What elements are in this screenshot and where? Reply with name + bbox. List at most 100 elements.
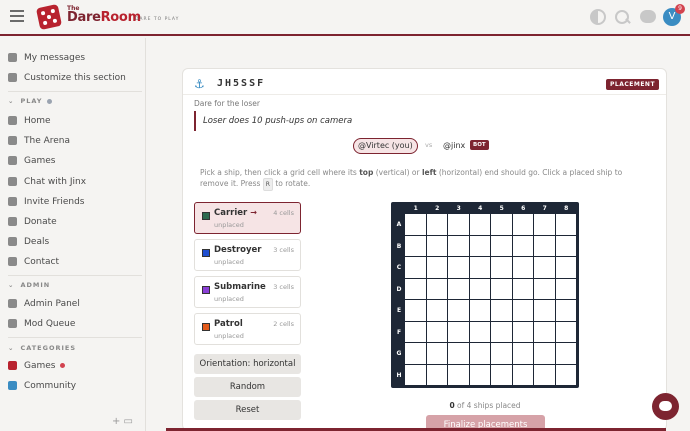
sidebar-item-category-community[interactable]: Community (8, 378, 142, 394)
grid-cell[interactable] (512, 300, 533, 321)
grid-cell[interactable] (405, 364, 426, 385)
grid-cell[interactable] (555, 214, 576, 235)
grid-cell[interactable] (426, 343, 447, 364)
row-label: G (396, 350, 402, 357)
bolt-icon (8, 136, 17, 145)
sidebar-footer-icons[interactable]: + ▭ (112, 416, 133, 427)
grid-cell[interactable] (534, 235, 555, 256)
sidebar-item-games[interactable]: Games (8, 153, 142, 169)
theme-toggle-icon[interactable] (590, 9, 606, 25)
random-button[interactable]: Random (194, 377, 301, 397)
grid-cell[interactable] (534, 257, 555, 278)
logo-name[interactable]: DareRoom (67, 10, 141, 25)
grid-cell[interactable] (512, 343, 533, 364)
grid-cell[interactable] (491, 214, 512, 235)
grid-cell[interactable] (534, 278, 555, 299)
grid-cell[interactable] (426, 300, 447, 321)
grid-cell[interactable] (491, 364, 512, 385)
grid-cell[interactable] (405, 214, 426, 235)
sidebar-item-my-messages[interactable]: My messages (8, 50, 142, 66)
grid-cell[interactable] (555, 257, 576, 278)
sidebar-item-contact[interactable]: Contact (8, 254, 142, 270)
sidebar-item-admin-panel[interactable]: Admin Panel (8, 296, 142, 312)
grid-cell[interactable] (555, 343, 576, 364)
grid-cell[interactable] (491, 300, 512, 321)
ship-destroyer[interactable]: Destroyer unplaced 3 cells (194, 239, 301, 271)
ship-submarine[interactable]: Submarine unplaced 3 cells (194, 276, 301, 308)
grid-cell[interactable] (469, 214, 490, 235)
key-r: R (262, 178, 273, 191)
grid-cell[interactable] (491, 278, 512, 299)
grid-cell[interactable] (534, 343, 555, 364)
sidebar-item-donate[interactable]: Donate (8, 214, 142, 230)
grid-cell[interactable] (555, 278, 576, 299)
sidebar-heading-play[interactable]: ⌄ PLAY (8, 96, 53, 106)
grid-cell[interactable] (512, 235, 533, 256)
grid-cell[interactable] (448, 300, 469, 321)
chat-icon[interactable] (640, 10, 656, 23)
grid-cell[interactable] (448, 364, 469, 385)
sidebar-item-home[interactable]: Home (8, 113, 142, 129)
grid-cell[interactable] (512, 278, 533, 299)
grid-cell[interactable] (469, 278, 490, 299)
row-label: H (396, 371, 402, 379)
grid-cell[interactable] (469, 300, 490, 321)
sidebar-item-customize[interactable]: Customize this section (8, 70, 142, 86)
grid-cell[interactable] (512, 364, 533, 385)
grid-cell[interactable] (491, 321, 512, 342)
grid-cell[interactable] (469, 235, 490, 256)
orientation-button[interactable]: Orientation: horizontal (194, 354, 301, 374)
grid-cell[interactable] (426, 278, 447, 299)
grid-cell[interactable] (491, 343, 512, 364)
menu-icon[interactable] (10, 10, 24, 22)
grid-cell[interactable] (448, 214, 469, 235)
grid-cell[interactable] (426, 321, 447, 342)
grid-cell[interactable] (469, 343, 490, 364)
grid-cell[interactable] (512, 321, 533, 342)
grid-cell[interactable] (405, 278, 426, 299)
grid-cell[interactable] (555, 321, 576, 342)
sidebar-item-deals[interactable]: Deals (8, 234, 142, 250)
grid-cell[interactable] (512, 257, 533, 278)
grid-cell[interactable] (534, 300, 555, 321)
sidebar-item-invite[interactable]: Invite Friends (8, 194, 142, 210)
grid-cell[interactable] (426, 235, 447, 256)
grid-cell[interactable] (491, 235, 512, 256)
grid-cell[interactable] (426, 214, 447, 235)
sidebar-item-arena[interactable]: The Arena (8, 133, 142, 149)
user-plus-icon (8, 197, 17, 206)
grid-cell[interactable] (405, 235, 426, 256)
grid-cell[interactable] (534, 364, 555, 385)
grid-cell[interactable] (448, 278, 469, 299)
grid-cell[interactable] (405, 257, 426, 278)
chat-fab-icon[interactable] (652, 393, 679, 420)
grid-cell[interactable] (555, 364, 576, 385)
grid-cell[interactable] (448, 257, 469, 278)
grid-cell[interactable] (469, 321, 490, 342)
grid-cell[interactable] (448, 235, 469, 256)
ship-carrier[interactable]: Carrier → unplaced 4 cells (194, 202, 301, 234)
grid-cell[interactable] (448, 321, 469, 342)
grid-cell[interactable] (534, 321, 555, 342)
sidebar-heading-admin[interactable]: ⌄ ADMIN (8, 280, 50, 290)
grid-cell[interactable] (426, 257, 447, 278)
grid-cell[interactable] (534, 214, 555, 235)
grid-cell[interactable] (448, 343, 469, 364)
grid-cell[interactable] (405, 321, 426, 342)
grid-cell[interactable] (469, 364, 490, 385)
grid-cell[interactable] (405, 300, 426, 321)
grid-cell[interactable] (512, 214, 533, 235)
search-icon[interactable] (614, 9, 630, 25)
ship-patrol[interactable]: Patrol unplaced 2 cells (194, 313, 301, 345)
grid-cell[interactable] (555, 235, 576, 256)
sidebar-item-category-games[interactable]: Games (8, 358, 142, 374)
grid-cell[interactable] (491, 257, 512, 278)
sidebar-heading-categories[interactable]: ⌄ CATEGORIES (8, 343, 76, 353)
sidebar-item-chat-jinx[interactable]: Chat with Jinx (8, 174, 142, 190)
grid-cell[interactable] (405, 343, 426, 364)
sidebar-item-mod-queue[interactable]: Mod Queue (8, 316, 142, 332)
grid-cell[interactable] (555, 300, 576, 321)
grid-cell[interactable] (426, 364, 447, 385)
reset-button[interactable]: Reset (194, 400, 301, 420)
grid-cell[interactable] (469, 257, 490, 278)
